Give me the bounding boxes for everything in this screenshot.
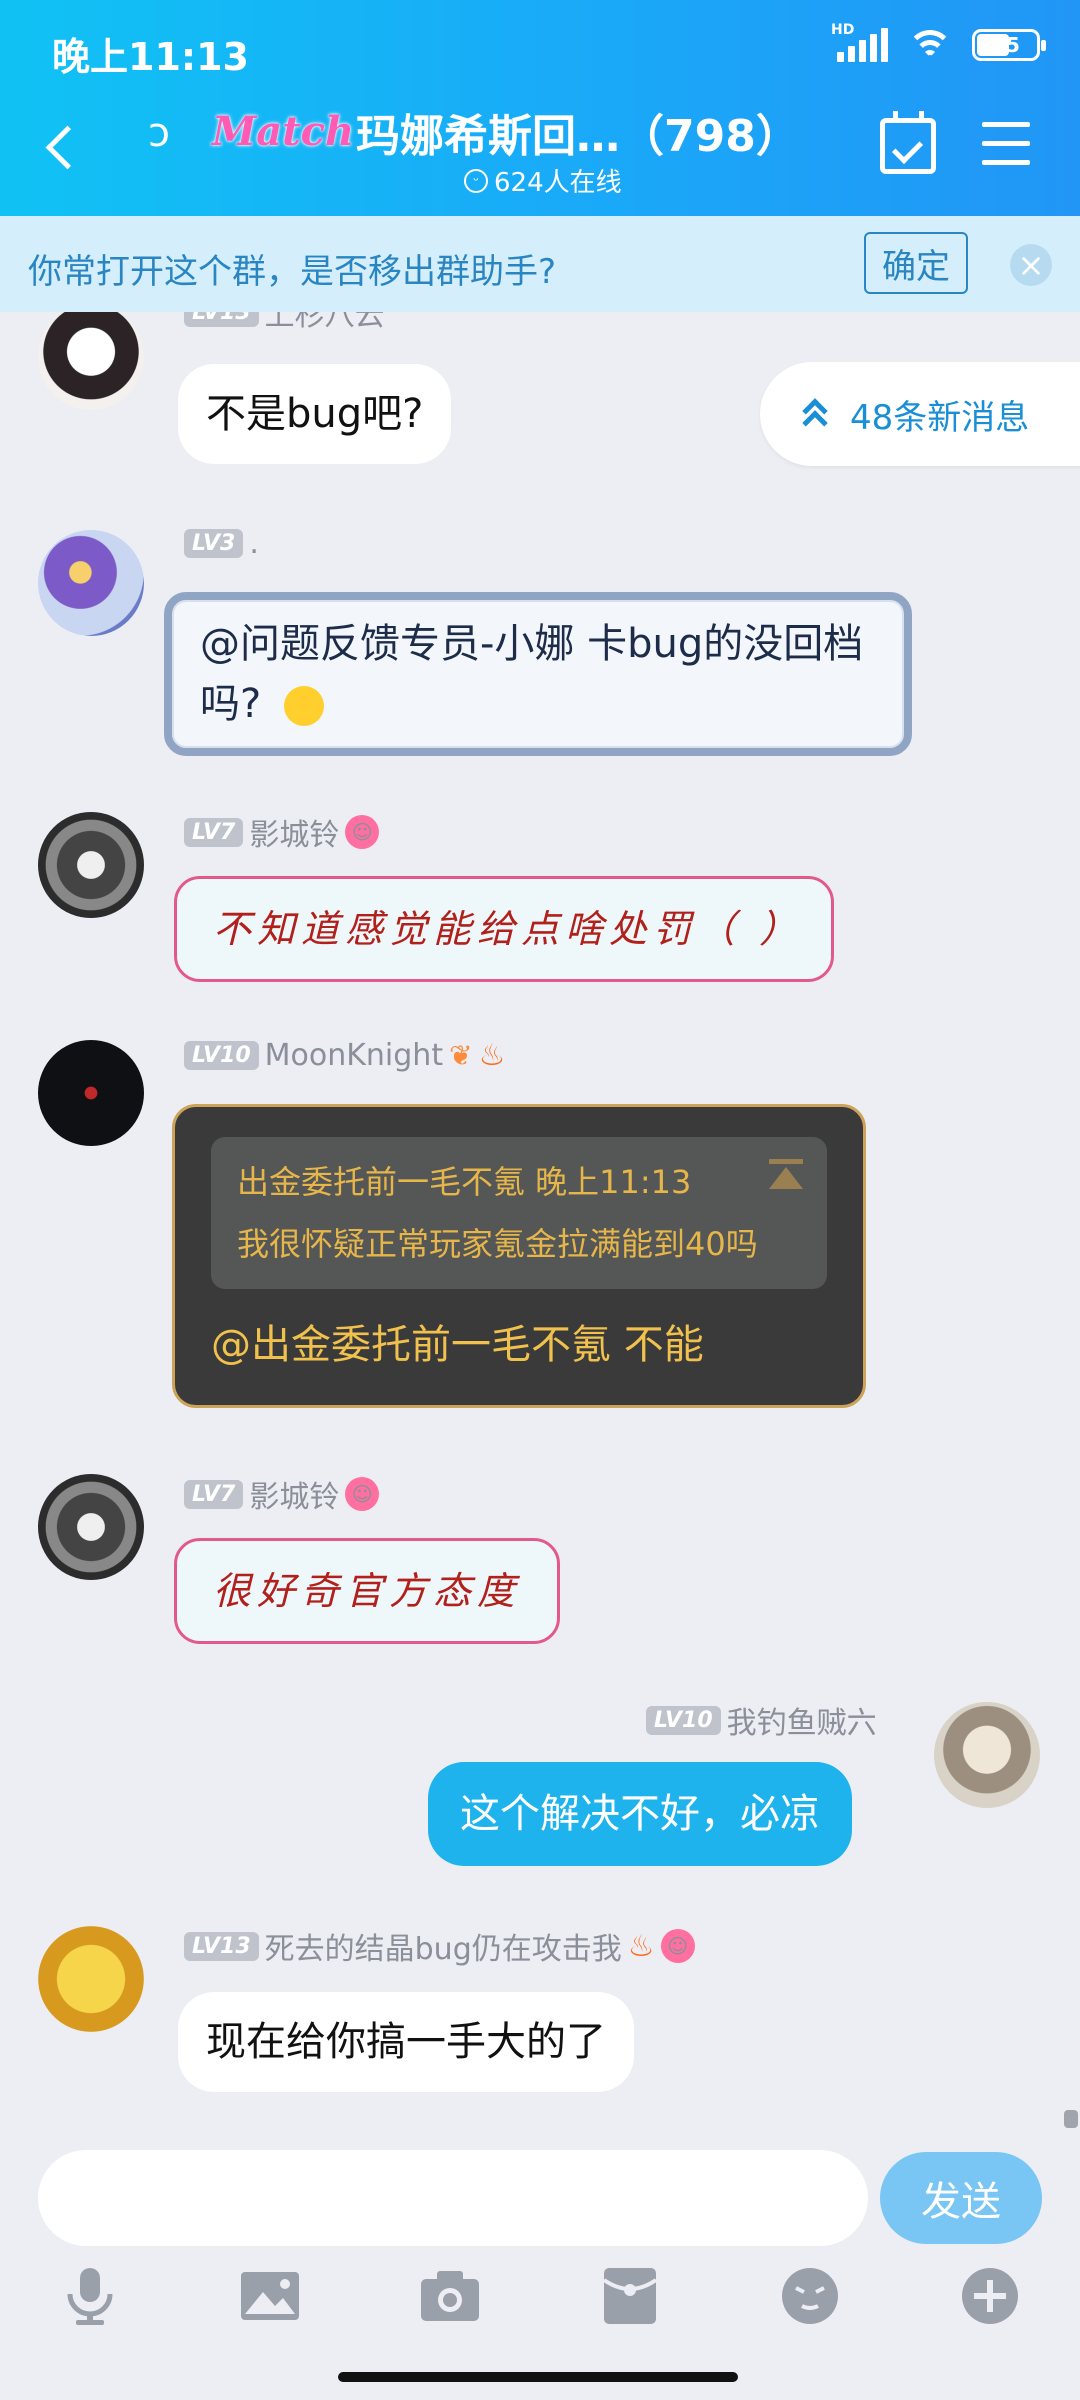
wings-badge-icon: ❦ xyxy=(449,1039,473,1072)
home-indicator[interactable] xyxy=(338,2372,738,2382)
scrollbar[interactable] xyxy=(1064,2110,1078,2128)
sender-name[interactable]: . xyxy=(249,526,259,561)
fire-badge-icon: ♨ xyxy=(627,1928,655,1964)
sender-name[interactable]: 死去的结晶bug仍在攻击我 xyxy=(265,1924,622,1968)
level-badge: LV7 xyxy=(184,1479,244,1509)
battery-icon: 55 xyxy=(972,29,1046,61)
level-badge: LV10 xyxy=(184,1041,259,1070)
avatar[interactable] xyxy=(38,530,144,636)
sender-line: LV3 . xyxy=(184,526,259,561)
battery-level: 55 xyxy=(992,33,1020,57)
close-icon[interactable]: × xyxy=(1010,244,1052,286)
wifi-icon xyxy=(906,28,954,62)
avatar[interactable] xyxy=(38,812,144,918)
status-time: 晚上11:13 xyxy=(52,35,249,79)
camera-icon[interactable] xyxy=(418,2264,482,2328)
message-list[interactable]: LV13 上杉八云 不是bug吧? LV3 . @问题反馈专员-小娜 卡bug的… xyxy=(0,312,1080,2102)
notice-text: 你常打开这个群，是否移出群助手? xyxy=(28,252,557,292)
level-badge: LV13 xyxy=(184,1931,259,1961)
avatar[interactable] xyxy=(934,1702,1040,1808)
sender-line: LV7 影城铃 ☺ xyxy=(184,1472,380,1516)
quoted-message[interactable]: 出金委托前一毛不氪 晚上11:13 我很怀疑正常玩家氪金拉满能到40吗 xyxy=(211,1137,827,1289)
message-text: @出金委托前一毛不氪 不能 xyxy=(211,1322,704,1368)
sender-line: LV7 影城铃 ☺ xyxy=(184,810,380,854)
group-logo: Match xyxy=(212,108,355,155)
emoji-badge-icon: ☺ xyxy=(345,1477,380,1511)
message-bubble[interactable]: 出金委托前一毛不氪 晚上11:13 我很怀疑正常玩家氪金拉满能到40吗 @出金委… xyxy=(172,1104,866,1408)
avatar[interactable] xyxy=(38,1926,144,2032)
new-messages-button[interactable]: 48条新消息 xyxy=(760,362,1080,466)
double-chevron-up-icon xyxy=(800,396,830,436)
fire-badge-icon: ♨ xyxy=(478,1038,506,1073)
signal-icon: HD xyxy=(831,22,888,62)
emoji-badge-icon: ☺ xyxy=(345,815,380,849)
level-badge: LV7 xyxy=(184,817,244,847)
message-bubble[interactable]: @问题反馈专员-小娜 卡bug的没回档吗? xyxy=(164,592,912,756)
sender-line: LV13 上杉八云 xyxy=(184,312,385,334)
emoji-badge-icon: ☺ xyxy=(660,1929,695,1963)
sender-name[interactable]: 影城铃 xyxy=(249,810,339,854)
message-bubble[interactable]: 不知道感觉能给点啥处罚（ ） xyxy=(174,876,834,982)
message-input[interactable] xyxy=(38,2150,868,2246)
calendar-check-icon[interactable] xyxy=(880,111,936,174)
avatar[interactable] xyxy=(38,312,144,410)
notice-confirm-button[interactable]: 确定 xyxy=(864,232,968,294)
image-icon[interactable] xyxy=(238,2264,302,2328)
menu-icon[interactable] xyxy=(982,122,1030,166)
level-badge: LV3 xyxy=(184,529,244,558)
avatar[interactable] xyxy=(38,1040,144,1146)
message-bubble[interactable]: 不是bug吧? xyxy=(178,364,452,464)
red-packet-icon[interactable] xyxy=(598,2264,662,2328)
online-text: 624人在线 xyxy=(494,168,622,198)
level-badge: LV10 xyxy=(646,1705,721,1735)
message-bubble[interactable]: 现在给你搞一手大的了 xyxy=(178,1992,634,2092)
ear-icon[interactable]: ↄ xyxy=(148,110,170,156)
level-badge: LV13 xyxy=(184,312,259,327)
sender-name[interactable]: 我钓鱼贼六 xyxy=(727,1698,877,1742)
emoji-icon[interactable] xyxy=(778,2264,842,2328)
sender-line: LV10 我钓鱼贼六 xyxy=(646,1698,877,1742)
new-messages-label: 48条新消息 xyxy=(850,397,1030,438)
message-bubble[interactable]: 很好奇官方态度 xyxy=(174,1538,560,1644)
online-count: ᵕ 624人在线 xyxy=(464,162,622,199)
sender-line: LV10 MoonKnight ❦ ♨ xyxy=(184,1038,505,1073)
back-button[interactable] xyxy=(40,118,84,178)
chat-header: 晚上11:13 HD 55 ↄ Match 玛娜希斯回…（798） ᵕ 624人… xyxy=(0,0,1080,216)
smile-icon: ᵕ xyxy=(464,168,488,193)
sender-name[interactable]: 影城铃 xyxy=(249,1472,339,1516)
message-bubble[interactable]: 这个解决不好，必凉 xyxy=(428,1762,852,1866)
input-area xyxy=(0,2102,1080,2400)
group-title[interactable]: 玛娜希斯回…（798） xyxy=(356,100,800,164)
plus-icon[interactable] xyxy=(958,2264,1022,2328)
sender-name[interactable]: 上杉八云 xyxy=(265,312,385,334)
quote-header: 出金委托前一毛不氪 晚上11:13 xyxy=(237,1163,692,1201)
status-icons: HD 55 xyxy=(831,22,1046,62)
sender-name[interactable]: MoonKnight xyxy=(265,1038,443,1073)
quote-text: 我很怀疑正常玩家氪金拉满能到40吗 xyxy=(237,1225,758,1263)
jump-to-top-icon[interactable] xyxy=(769,1159,803,1193)
send-button[interactable]: 发送 xyxy=(880,2152,1042,2244)
microphone-icon[interactable] xyxy=(58,2264,122,2328)
network-type: HD xyxy=(831,22,855,38)
laughing-emoji-icon xyxy=(283,686,324,726)
avatar[interactable] xyxy=(38,1474,144,1580)
sender-line: LV13 死去的结晶bug仍在攻击我 ♨ ☺ xyxy=(184,1924,695,1968)
